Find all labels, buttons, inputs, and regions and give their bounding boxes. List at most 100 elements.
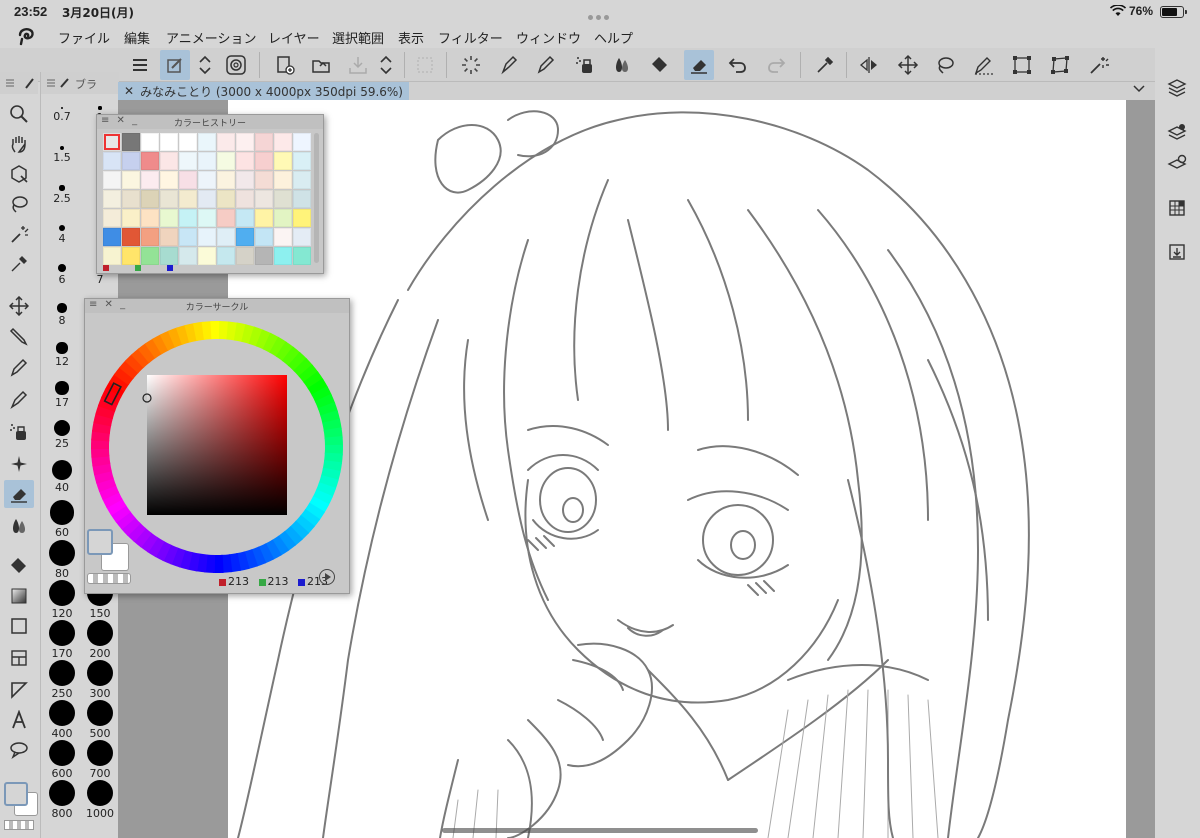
- color-history-swatch[interactable]: [198, 228, 216, 246]
- menu-view[interactable]: 表示: [398, 28, 424, 47]
- color-history-swatch[interactable]: [103, 228, 121, 246]
- brush-size-option[interactable]: 500: [83, 700, 117, 740]
- close-tab-icon[interactable]: ✕: [124, 84, 134, 98]
- color-history-swatch[interactable]: [160, 209, 178, 227]
- color-history-swatch[interactable]: [179, 152, 197, 170]
- color-history-swatch[interactable]: [217, 190, 235, 208]
- material-icon[interactable]: [1165, 240, 1189, 264]
- color-circle-header[interactable]: ≡ ✕ _ カラーサークル: [85, 299, 349, 313]
- select-all-icon[interactable]: [410, 50, 440, 80]
- color-history-swatch[interactable]: [217, 171, 235, 189]
- color-history-swatch[interactable]: [122, 190, 140, 208]
- transform-icon[interactable]: [1007, 50, 1037, 80]
- brush-size-option[interactable]: 120: [45, 580, 79, 620]
- canvas-tab[interactable]: ✕ みなみことり (3000 x 4000px 350dpi 59.6%): [118, 82, 409, 100]
- main-color-swatch[interactable]: [4, 782, 28, 806]
- color-history-swatch[interactable]: [274, 133, 292, 151]
- color-history-swatch[interactable]: [255, 190, 273, 208]
- brush-size-option[interactable]: 80: [45, 540, 79, 580]
- color-history-swatch[interactable]: [255, 171, 273, 189]
- chevron-down-icon[interactable]: [1133, 82, 1145, 96]
- color-history-swatch[interactable]: [274, 228, 292, 246]
- hand-icon[interactable]: [4, 130, 34, 158]
- navigator-icon[interactable]: [1165, 196, 1189, 220]
- color-history-swatch[interactable]: [122, 133, 140, 151]
- color-history-swatch[interactable]: [198, 209, 216, 227]
- color-history-swatch[interactable]: [160, 190, 178, 208]
- menu-window[interactable]: ウィンドウ: [516, 28, 581, 47]
- color-history-swatch[interactable]: [141, 190, 159, 208]
- color-history-swatch[interactable]: [255, 152, 273, 170]
- menu-file[interactable]: ファイル: [58, 28, 110, 47]
- gradient-icon[interactable]: [4, 582, 34, 610]
- stepper-icon[interactable]: [194, 50, 216, 80]
- color-history-swatch[interactable]: [141, 247, 159, 265]
- select-pen-icon[interactable]: [969, 50, 999, 80]
- color-history-swatch[interactable]: [141, 171, 159, 189]
- color-history-swatch[interactable]: [141, 228, 159, 246]
- zoom-icon[interactable]: [4, 100, 34, 128]
- color-history-swatch[interactable]: [103, 247, 121, 265]
- color-history-swatch[interactable]: [274, 209, 292, 227]
- eyedropper-icon[interactable]: [4, 250, 34, 278]
- operation-icon[interactable]: [4, 160, 34, 188]
- lasso-icon[interactable]: [930, 50, 960, 80]
- color-history-swatch[interactable]: [122, 152, 140, 170]
- color-history-swatch[interactable]: [274, 152, 292, 170]
- flip-icon[interactable]: [854, 50, 884, 80]
- home-indicator[interactable]: [442, 828, 758, 833]
- color-history-swatch[interactable]: [103, 190, 121, 208]
- text-icon[interactable]: [4, 706, 34, 734]
- color-history-swatch[interactable]: [179, 209, 197, 227]
- color-history-swatch[interactable]: [103, 171, 121, 189]
- eraser-icon[interactable]: [4, 480, 34, 508]
- color-history-swatch[interactable]: [198, 171, 216, 189]
- fill-icon[interactable]: [645, 50, 675, 80]
- multitask-dots[interactable]: [588, 9, 614, 20]
- color-history-swatch[interactable]: [217, 247, 235, 265]
- color-history-swatch[interactable]: [236, 247, 254, 265]
- figure-icon[interactable]: [4, 612, 34, 640]
- menu-edit[interactable]: 編集: [124, 28, 150, 47]
- color-history-swatch[interactable]: [122, 247, 140, 265]
- eraser-icon[interactable]: [684, 50, 714, 80]
- brush-size-option[interactable]: 2.5: [45, 180, 79, 205]
- menu-icon[interactable]: [125, 50, 155, 80]
- pencil-icon[interactable]: [4, 354, 34, 382]
- drawing-canvas[interactable]: [228, 100, 1126, 838]
- color-history-swatch[interactable]: [160, 247, 178, 265]
- color-history-swatch[interactable]: [293, 209, 311, 227]
- color-history-swatch[interactable]: [217, 228, 235, 246]
- color-history-swatch[interactable]: [255, 209, 273, 227]
- quick-access-icon[interactable]: [160, 50, 190, 80]
- color-history-swatch[interactable]: [293, 190, 311, 208]
- color-history-swatch[interactable]: [236, 209, 254, 227]
- color-history-swatch[interactable]: [179, 190, 197, 208]
- color-history-swatch[interactable]: [293, 247, 311, 265]
- color-history-swatch[interactable]: [274, 247, 292, 265]
- airbrush-icon[interactable]: [4, 418, 34, 446]
- color-history-swatch[interactable]: [236, 152, 254, 170]
- color-history-swatch[interactable]: [255, 228, 273, 246]
- lasso-select-icon[interactable]: [4, 190, 34, 218]
- brush-size-header[interactable]: ブラ: [41, 72, 119, 94]
- airbrush-icon[interactable]: [570, 50, 600, 80]
- color-history-swatch[interactable]: [141, 152, 159, 170]
- brush-size-option[interactable]: 0.7: [45, 100, 79, 123]
- stepper-icon[interactable]: [375, 50, 397, 80]
- brush-size-option[interactable]: 200: [83, 620, 117, 660]
- menu-help[interactable]: ヘルプ: [594, 28, 633, 47]
- ruler-icon[interactable]: [4, 676, 34, 704]
- clip-logo-icon[interactable]: [221, 50, 251, 80]
- brush-size-option[interactable]: 60: [45, 500, 79, 539]
- sub-tool-detail-icon[interactable]: [1165, 152, 1189, 176]
- color-history-swatch[interactable]: [217, 133, 235, 151]
- color-history-swatch[interactable]: [103, 133, 121, 151]
- brush-size-option[interactable]: 700: [83, 740, 117, 780]
- color-history-swatch[interactable]: [179, 228, 197, 246]
- brush-size-option[interactable]: 1000: [83, 780, 117, 820]
- brush-size-option[interactable]: 400: [45, 700, 79, 740]
- brush-size-option[interactable]: 6: [45, 260, 79, 286]
- color-history-swatch[interactable]: [160, 228, 178, 246]
- color-circle[interactable]: [89, 319, 345, 575]
